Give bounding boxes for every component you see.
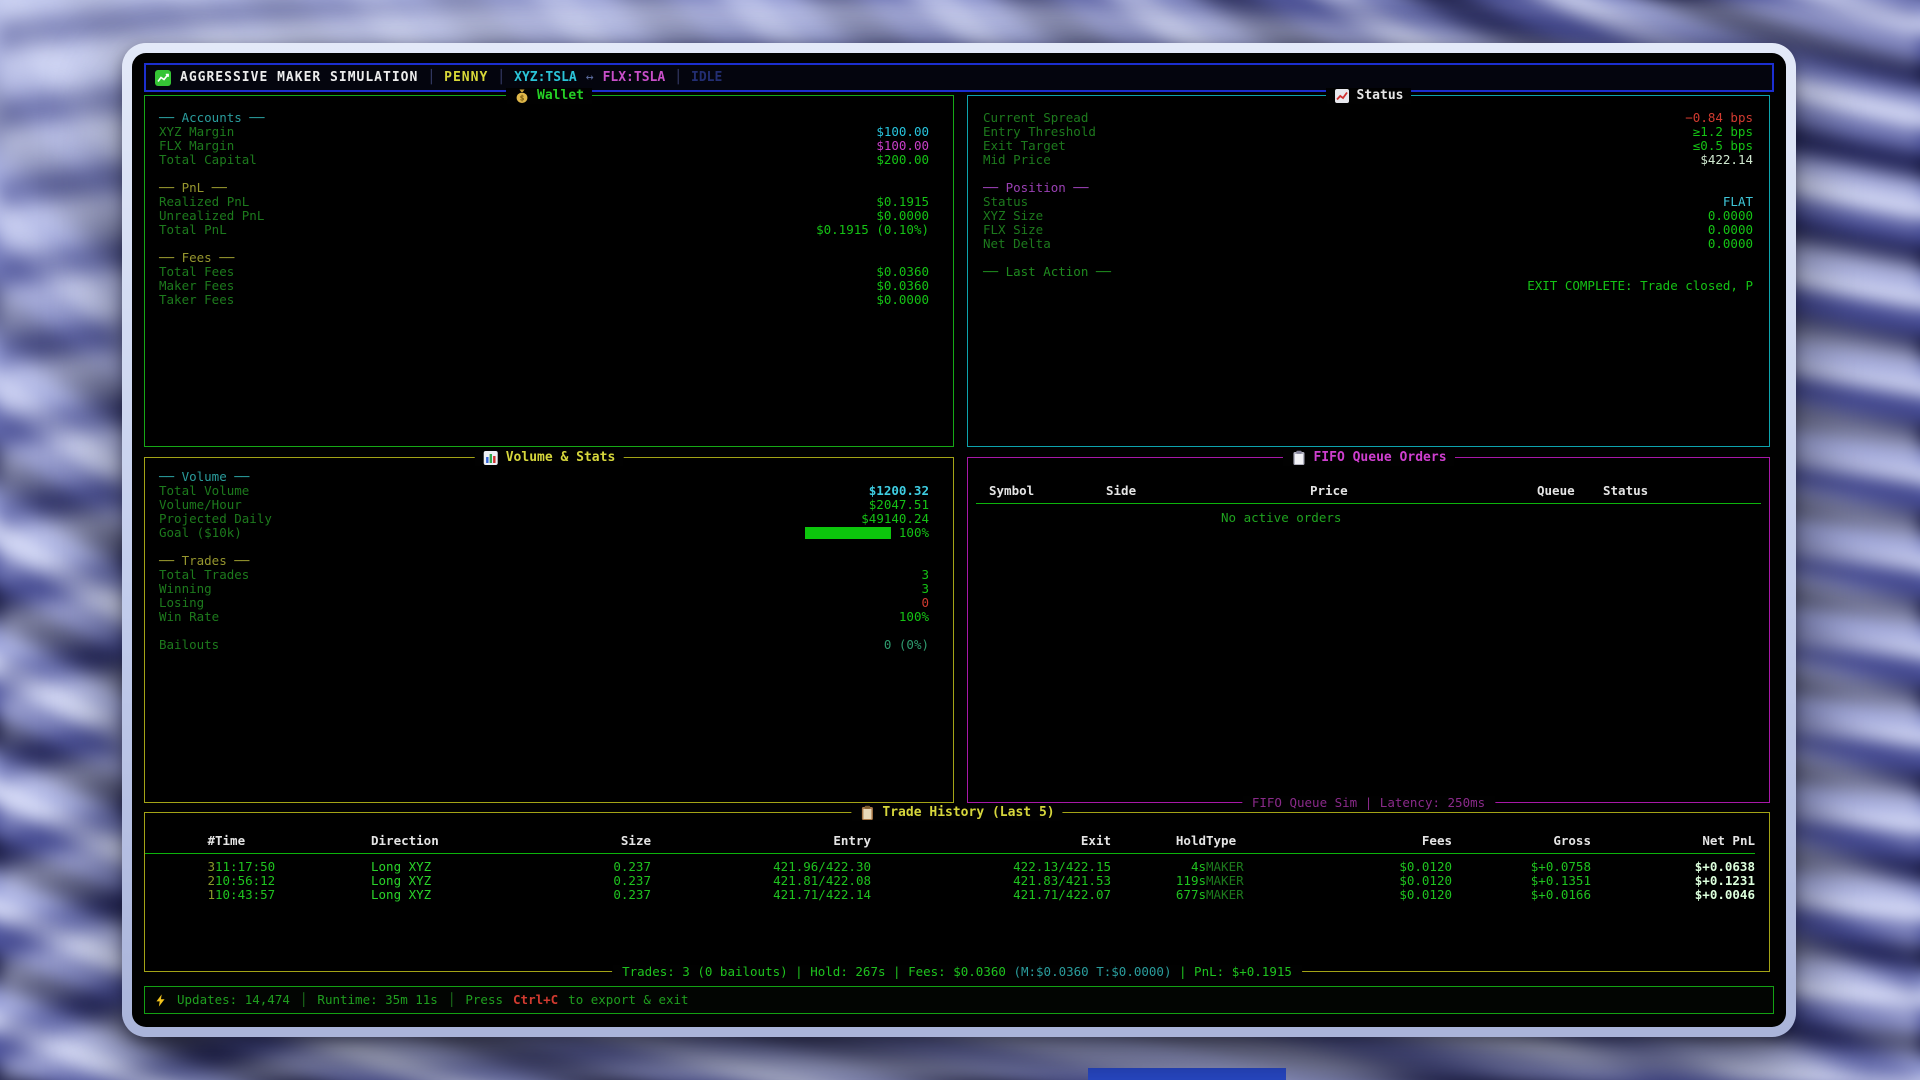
notepad-icon — [859, 805, 875, 821]
fifo-panel-title: FIFO Queue Orders — [1282, 450, 1454, 466]
pnl-section-header: ── PnL ── — [159, 181, 929, 195]
last-action-value: EXIT COMPLETE: Trade closed, P — [983, 279, 1753, 293]
fifo-col-status: Status — [1603, 484, 1648, 498]
col-direction: Direction — [371, 834, 515, 854]
position-section-header: ── Position ── — [983, 181, 1753, 195]
status-row: Exit Target≤0.5 bps — [983, 139, 1753, 153]
status-row: StatusFLAT — [983, 195, 1753, 209]
pair-left-label: XYZ:TSLA — [514, 71, 577, 85]
terminal-screen: AGGRESSIVE MAKER SIMULATION │ PENNY │ XY… — [132, 53, 1786, 1027]
fifo-header-divider — [976, 503, 1761, 504]
status-row: FLX Size0.0000 — [983, 223, 1753, 237]
col-size: Size — [515, 834, 651, 854]
money-bag-icon: $ — [514, 88, 530, 104]
col-hold: Hold — [1111, 834, 1206, 854]
wallet-row: XYZ Margin$100.00 — [159, 125, 929, 139]
wallet-panel-title: $ Wallet — [506, 88, 592, 104]
col-index: # — [145, 834, 215, 854]
volume-panel-title: Volume & Stats — [475, 450, 624, 466]
trades-section-header: ── Trades ── — [159, 554, 929, 568]
fifo-col-price: Price — [1310, 484, 1348, 498]
fees-section-header: ── Fees ── — [159, 251, 929, 265]
wallpaper-blue-strip — [1088, 1068, 1286, 1080]
goal-percent: 100% — [899, 526, 929, 540]
col-fees: Fees — [1365, 834, 1452, 854]
fifo-table-header: Symbol Side Price Queue Status — [968, 484, 1769, 498]
wallet-panel: $ Wallet ── Accounts ── XYZ Margin$100.0… — [144, 95, 954, 447]
wallet-row: Taker Fees$0.0000 — [159, 293, 929, 307]
col-type: Type — [1206, 834, 1365, 854]
runtime-label: Runtime: 35m 11s — [317, 993, 437, 1007]
trade-row: 1 10:43:57 Long XYZ 0.237 421.71/422.14 … — [145, 888, 1755, 902]
wallet-row: FLX Margin$100.00 — [159, 139, 929, 153]
volume-stats-panel: Volume & Stats ── Volume ── Total Volume… — [144, 457, 954, 803]
chart-increasing-icon — [1334, 88, 1350, 104]
trade-history-table: # Time Direction Size Entry Exit Hold Ty… — [145, 834, 1755, 902]
volume-row: Projected Daily$49140.24 — [159, 512, 929, 526]
status-row: Mid Price$422.14 — [983, 153, 1753, 167]
trade-row: 2 10:56:12 Long XYZ 0.237 421.81/422.08 … — [145, 874, 1755, 888]
status-panel: Status Current Spread−0.84 bps Entry Thr… — [967, 95, 1770, 447]
col-net-pnl: Net PnL — [1591, 834, 1755, 854]
col-entry: Entry — [651, 834, 871, 854]
wallet-row: Total Fees$0.0360 — [159, 265, 929, 279]
status-row: Net Delta0.0000 — [983, 237, 1753, 251]
last-action-section-header: ── Last Action ── — [983, 265, 1753, 279]
wallet-row: Realized PnL$0.1915 — [159, 195, 929, 209]
fifo-col-symbol: Symbol — [989, 484, 1034, 498]
ctrl-c-key: Ctrl+C — [513, 993, 558, 1007]
mode-badge: PENNY — [444, 71, 488, 85]
goal-row: Goal ($10k) 100% — [159, 526, 929, 540]
history-panel-title: Trade History (Last 5) — [851, 805, 1062, 821]
app-title: AGGRESSIVE MAKER SIMULATION — [180, 71, 418, 85]
status-bar: Updates: 14,474 │ Runtime: 35m 11s │ Pre… — [144, 986, 1774, 1014]
titlebar-separator: │ — [497, 71, 505, 85]
trade-history-panel: Trade History (Last 5) # Time Direction … — [144, 812, 1770, 972]
fifo-empty-message: No active orders — [1221, 511, 1769, 525]
fifo-col-queue: Queue — [1537, 484, 1575, 498]
titlebar-separator: │ — [427, 71, 435, 85]
col-gross: Gross — [1452, 834, 1591, 854]
volume-row: Total Volume$1200.32 — [159, 484, 929, 498]
wallet-row: Unrealized PnL$0.0000 — [159, 209, 929, 223]
session-summary: Trades: 3 (0 bailouts) | Hold: 267s | Fe… — [612, 965, 1302, 979]
col-exit: Exit — [871, 834, 1111, 854]
pair-right-label: FLX:TSLA — [603, 71, 666, 85]
wallet-row: Total PnL$0.1915 (0.10%) — [159, 223, 929, 237]
bailouts-row: Bailouts0 (0%) — [159, 638, 929, 652]
trades-row: Win Rate100% — [159, 610, 929, 624]
volume-row: Volume/Hour$2047.51 — [159, 498, 929, 512]
titlebar-separator: │ — [674, 71, 682, 85]
lightning-icon — [154, 994, 167, 1007]
trades-row: Losing0 — [159, 596, 929, 610]
trades-row: Total Trades3 — [159, 568, 929, 582]
status-row: Current Spread−0.84 bps — [983, 111, 1753, 125]
exit-hint-prefix: Press — [465, 993, 503, 1007]
exit-hint-suffix: to export & exit — [568, 993, 688, 1007]
status-panel-title: Status — [1326, 88, 1412, 104]
fifo-col-side: Side — [1106, 484, 1136, 498]
accounts-section-header: ── Accounts ── — [159, 111, 929, 125]
history-header-row: # Time Direction Size Entry Exit Hold Ty… — [145, 834, 1755, 854]
fifo-footer-label: FIFO Queue Sim | Latency: 250ms — [1242, 796, 1495, 810]
status-row: XYZ Size0.0000 — [983, 209, 1753, 223]
volume-section-header: ── Volume ── — [159, 470, 929, 484]
wallet-row: Maker Fees$0.0360 — [159, 279, 929, 293]
pair-arrow: ↔ — [586, 71, 594, 85]
state-label: IDLE — [691, 71, 722, 85]
trades-row: Winning3 — [159, 582, 929, 596]
updates-counter: Updates: 14,474 — [177, 993, 290, 1007]
wallet-row: Total Capital$200.00 — [159, 153, 929, 167]
goal-progress-bar — [805, 527, 891, 539]
fifo-queue-panel: FIFO Queue Orders Symbol Side Price Queu… — [967, 457, 1770, 803]
trade-row: 3 11:17:50 Long XYZ 0.237 421.96/422.30 … — [145, 854, 1755, 875]
terminal-window[interactable]: AGGRESSIVE MAKER SIMULATION │ PENNY │ XY… — [122, 43, 1796, 1037]
col-time: Time — [215, 834, 371, 854]
clipboard-icon — [1290, 450, 1306, 466]
app-chart-icon — [155, 70, 171, 86]
status-row: Entry Threshold≥1.2 bps — [983, 125, 1753, 139]
app-titlebar: AGGRESSIVE MAKER SIMULATION │ PENNY │ XY… — [144, 63, 1774, 92]
svg-text:$: $ — [520, 94, 525, 103]
bar-chart-icon — [483, 450, 499, 466]
